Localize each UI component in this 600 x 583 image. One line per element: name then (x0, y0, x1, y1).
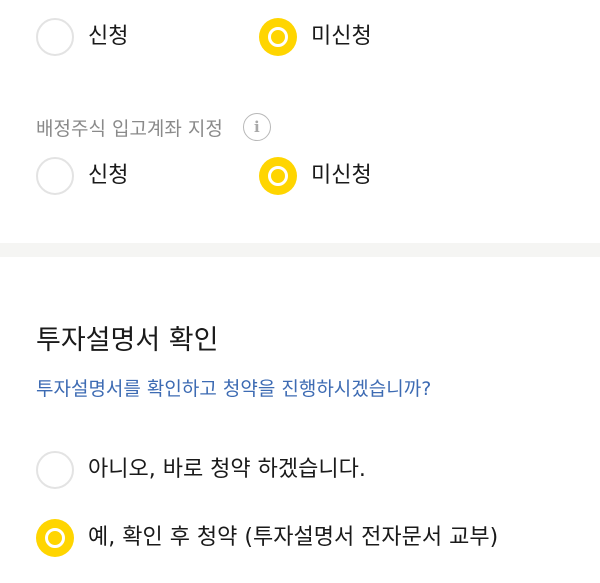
radio-unchecked-icon (36, 157, 74, 195)
radio-label: 아니오, 바로 청약 하겠습니다. (88, 457, 366, 482)
allotted-stock-account-label-row: 배정주식 입고계좌 지정 i (36, 113, 271, 141)
prospectus-question: 투자설명서를 확인하고 청약을 진행하시겠습니까? (36, 378, 432, 400)
allotted-stock-account-radio-group: 신청 미신청 (0, 154, 600, 198)
radio-checked-icon (259, 157, 297, 195)
radio-label: 미신청 (311, 163, 372, 188)
allotted-stock-account-decline-radio[interactable]: 미신청 (259, 154, 372, 198)
radio-unchecked-icon (36, 451, 74, 489)
prospectus-skip-radio[interactable]: 아니오, 바로 청약 하겠습니다. (36, 448, 366, 492)
radio-label: 신청 (88, 163, 129, 188)
radio-label: 미신청 (311, 24, 372, 49)
allotment-notice-radio-group: 신청 미신청 (0, 15, 600, 59)
prospectus-radio-option-no: 아니오, 바로 청약 하겠습니다. (0, 448, 600, 492)
section-divider (0, 243, 600, 257)
radio-checked-icon (36, 519, 74, 557)
info-icon[interactable]: i (242, 113, 271, 141)
radio-label: 예, 확인 후 청약 (투자설명서 전자문서 교부) (88, 525, 499, 550)
radio-unchecked-icon (36, 18, 74, 56)
radio-checked-icon (259, 18, 297, 56)
allotment-notice-decline-radio[interactable]: 미신청 (259, 15, 372, 59)
prospectus-confirm-radio[interactable]: 예, 확인 후 청약 (투자설명서 전자문서 교부) (36, 516, 498, 560)
allotted-stock-account-apply-radio[interactable]: 신청 (36, 154, 128, 198)
radio-label: 신청 (88, 24, 129, 49)
allotment-notice-apply-radio[interactable]: 신청 (36, 15, 128, 59)
prospectus-radio-option-yes: 예, 확인 후 청약 (투자설명서 전자문서 교부) (0, 516, 600, 560)
prospectus-section-title: 투자설명서 확인 (36, 325, 219, 356)
allotted-stock-account-label: 배정주식 입고계좌 지정 (36, 117, 223, 140)
